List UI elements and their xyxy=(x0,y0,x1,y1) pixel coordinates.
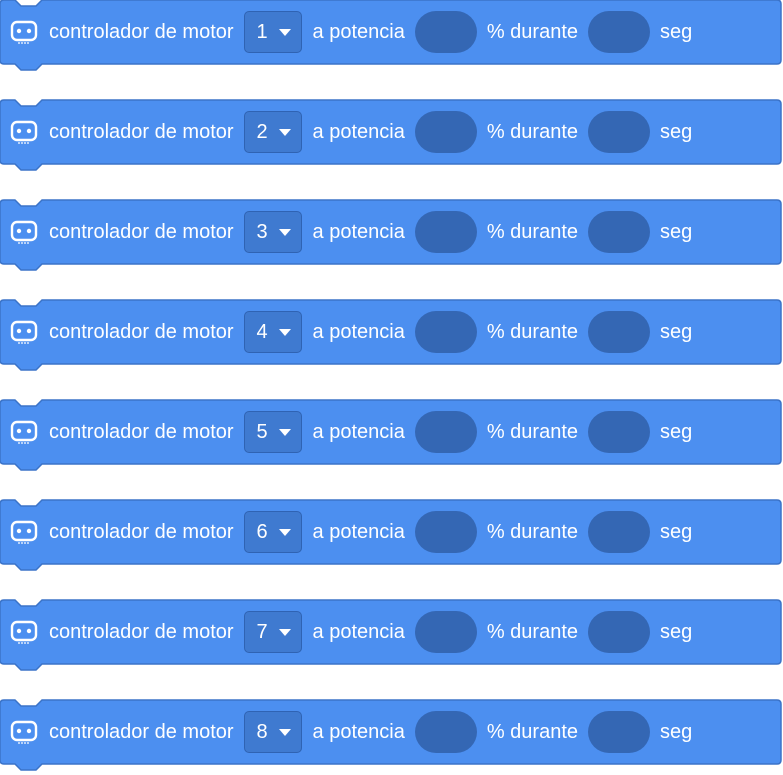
during-label: % durante xyxy=(486,420,579,443)
motor-driver-block[interactable]: controlador de motor 6 a potencia % dura… xyxy=(0,499,783,576)
unit-label: seg xyxy=(660,20,693,43)
block-label: controlador de motor xyxy=(49,320,234,343)
block-label: controlador de motor xyxy=(49,520,234,543)
unit-label: seg xyxy=(660,320,693,343)
motor-dropdown-value: 7 xyxy=(256,620,268,643)
power-input[interactable] xyxy=(414,211,477,253)
duration-input[interactable] xyxy=(588,111,651,153)
power-input[interactable] xyxy=(414,111,477,153)
unit-label: seg xyxy=(660,420,693,443)
during-label: % durante xyxy=(486,520,579,543)
during-label: % durante xyxy=(486,320,579,343)
block-stack: controlador de motor 1 a potencia % dura… xyxy=(0,0,783,775)
motor-driver-block[interactable]: controlador de motor 3 a potencia % dura… xyxy=(0,199,783,276)
motor-driver-block[interactable]: controlador de motor 1 a potencia % dura… xyxy=(0,0,783,76)
power-label: a potencia xyxy=(312,720,405,743)
duration-input[interactable] xyxy=(588,611,651,653)
power-label: a potencia xyxy=(312,220,405,243)
power-input[interactable] xyxy=(414,311,477,353)
microbit-icon xyxy=(9,517,39,547)
power-label: a potencia xyxy=(312,320,405,343)
block-row: controlador de motor 5 a potencia % dura… xyxy=(0,400,783,464)
block-label: controlador de motor xyxy=(49,620,234,643)
unit-label: seg xyxy=(660,520,693,543)
motor-driver-block[interactable]: controlador de motor 2 a potencia % dura… xyxy=(0,99,783,176)
chevron-down-icon xyxy=(278,229,291,236)
power-label: a potencia xyxy=(312,120,405,143)
power-input[interactable] xyxy=(414,611,477,653)
during-label: % durante xyxy=(486,120,579,143)
motor-dropdown-value: 4 xyxy=(256,320,268,343)
block-label: controlador de motor xyxy=(49,720,234,743)
motor-driver-block[interactable]: controlador de motor 7 a potencia % dura… xyxy=(0,599,783,676)
power-input[interactable] xyxy=(414,11,477,53)
block-label: controlador de motor xyxy=(49,420,234,443)
chevron-down-icon xyxy=(278,629,291,636)
power-label: a potencia xyxy=(312,20,405,43)
duration-input[interactable] xyxy=(588,311,651,353)
chevron-down-icon xyxy=(278,129,291,136)
during-label: % durante xyxy=(486,620,579,643)
duration-input[interactable] xyxy=(588,211,651,253)
block-label: controlador de motor xyxy=(49,220,234,243)
unit-label: seg xyxy=(660,120,693,143)
microbit-icon xyxy=(9,17,39,47)
power-label: a potencia xyxy=(312,620,405,643)
motor-driver-block[interactable]: controlador de motor 4 a potencia % dura… xyxy=(0,299,783,376)
block-label: controlador de motor xyxy=(49,120,234,143)
during-label: % durante xyxy=(486,20,579,43)
motor-dropdown-value: 8 xyxy=(256,720,268,743)
motor-dropdown[interactable]: 1 xyxy=(243,11,302,53)
motor-dropdown[interactable]: 7 xyxy=(243,611,302,653)
unit-label: seg xyxy=(660,720,693,743)
microbit-icon xyxy=(9,417,39,447)
power-label: a potencia xyxy=(312,420,405,443)
block-label: controlador de motor xyxy=(49,20,234,43)
motor-dropdown-value: 6 xyxy=(256,520,268,543)
microbit-icon xyxy=(9,117,39,147)
motor-dropdown-value: 3 xyxy=(256,220,268,243)
during-label: % durante xyxy=(486,720,579,743)
motor-driver-block[interactable]: controlador de motor 5 a potencia % dura… xyxy=(0,399,783,476)
power-input[interactable] xyxy=(414,511,477,553)
motor-dropdown-value: 1 xyxy=(256,20,268,43)
block-row: controlador de motor 6 a potencia % dura… xyxy=(0,500,783,564)
block-row: controlador de motor 1 a potencia % dura… xyxy=(0,0,783,64)
unit-label: seg xyxy=(660,620,693,643)
block-row: controlador de motor 7 a potencia % dura… xyxy=(0,600,783,664)
duration-input[interactable] xyxy=(588,411,651,453)
chevron-down-icon xyxy=(278,29,291,36)
motor-dropdown-value: 5 xyxy=(256,420,268,443)
duration-input[interactable] xyxy=(588,11,651,53)
microbit-icon xyxy=(9,717,39,747)
microbit-icon xyxy=(9,317,39,347)
block-row: controlador de motor 4 a potencia % dura… xyxy=(0,300,783,364)
chevron-down-icon xyxy=(278,329,291,336)
motor-dropdown[interactable]: 3 xyxy=(243,211,302,253)
power-input[interactable] xyxy=(414,411,477,453)
motor-dropdown-value: 2 xyxy=(256,120,268,143)
microbit-icon xyxy=(9,617,39,647)
power-input[interactable] xyxy=(414,711,477,753)
duration-input[interactable] xyxy=(588,711,651,753)
during-label: % durante xyxy=(486,220,579,243)
chevron-down-icon xyxy=(278,429,291,436)
motor-dropdown[interactable]: 5 xyxy=(243,411,302,453)
motor-dropdown[interactable]: 4 xyxy=(243,311,302,353)
chevron-down-icon xyxy=(278,729,291,736)
block-row: controlador de motor 8 a potencia % dura… xyxy=(0,700,783,764)
motor-dropdown[interactable]: 2 xyxy=(243,111,302,153)
block-row: controlador de motor 3 a potencia % dura… xyxy=(0,200,783,264)
motor-dropdown[interactable]: 6 xyxy=(243,511,302,553)
motor-driver-block[interactable]: controlador de motor 8 a potencia % dura… xyxy=(0,699,783,775)
microbit-icon xyxy=(9,217,39,247)
motor-dropdown[interactable]: 8 xyxy=(243,711,302,753)
unit-label: seg xyxy=(660,220,693,243)
chevron-down-icon xyxy=(278,529,291,536)
power-label: a potencia xyxy=(312,520,405,543)
duration-input[interactable] xyxy=(588,511,651,553)
block-row: controlador de motor 2 a potencia % dura… xyxy=(0,100,783,164)
